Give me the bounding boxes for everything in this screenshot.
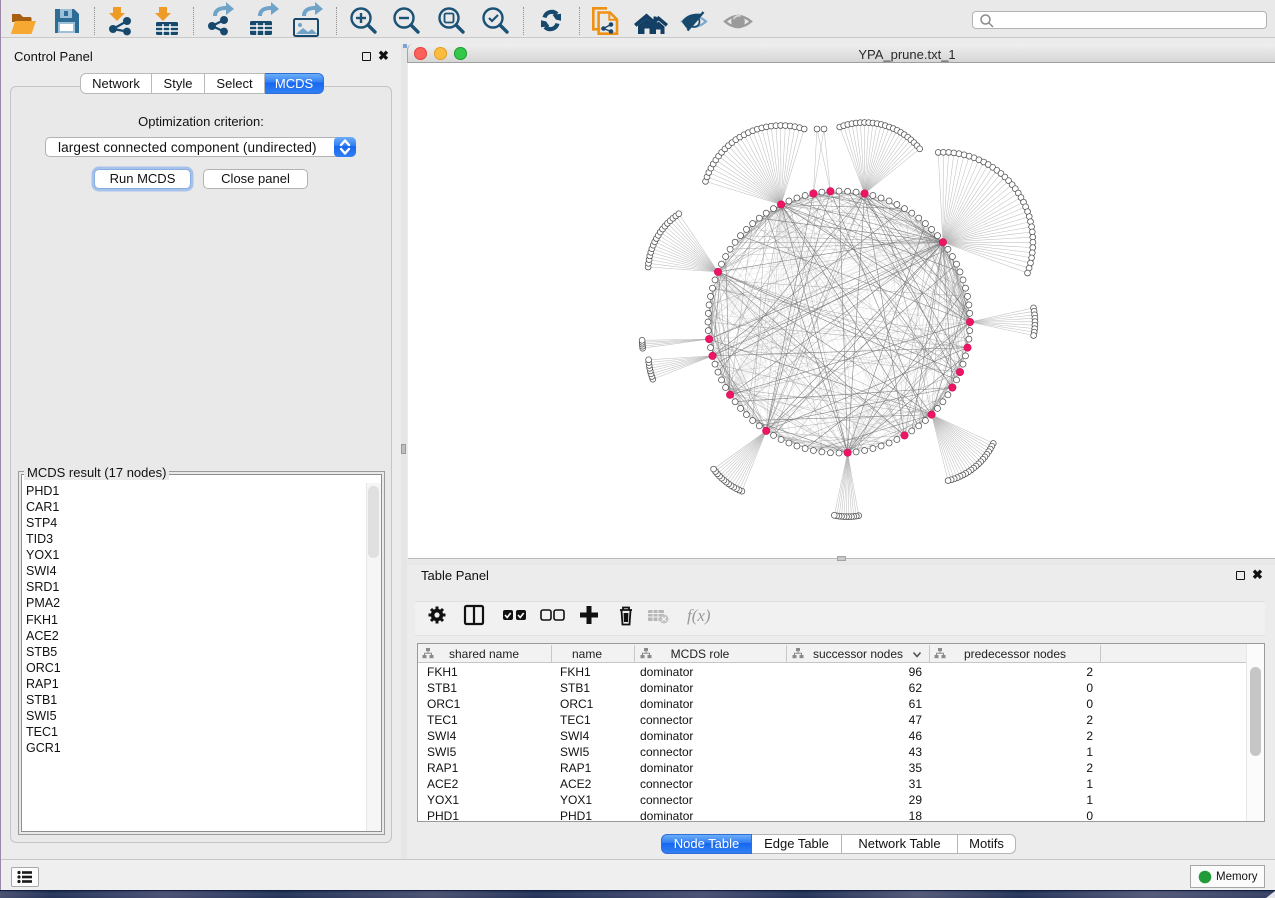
svg-text:f(x): f(x) bbox=[687, 606, 711, 625]
